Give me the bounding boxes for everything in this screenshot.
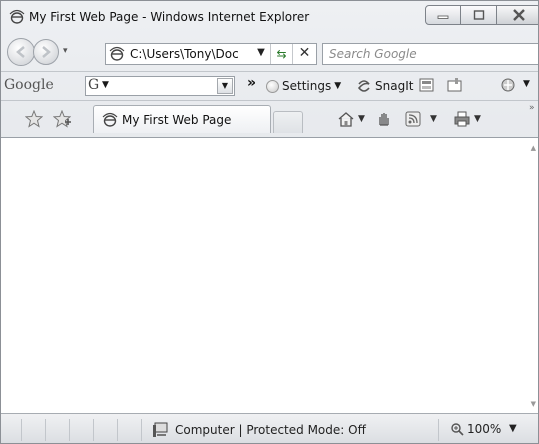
chevron-down-icon: ▼ — [334, 81, 342, 91]
maximize-button[interactable] — [461, 5, 497, 25]
google-search-field[interactable]: G ▼ ▼ — [85, 76, 235, 96]
refresh-icon[interactable]: ⇆ — [270, 44, 292, 64]
vertical-scrollbar[interactable]: ▲ ▼ — [523, 138, 538, 414]
google-toolbar: Google G ▼ ▼ » Settings ▼ SnagIt ▼ — [1, 71, 538, 99]
page-content-area[interactable]: ▲ ▼ — [1, 137, 538, 414]
chevron-down-icon: ▼ — [430, 114, 437, 124]
translate-icon[interactable] — [498, 77, 518, 93]
print-icon — [454, 111, 470, 127]
zoom-label: 100% — [467, 422, 502, 436]
feeds-button[interactable]: ▼ — [405, 108, 437, 130]
title-bar: My First Web Page - Windows Internet Exp… — [1, 1, 538, 35]
scroll-down-icon[interactable]: ▼ — [531, 400, 536, 408]
chevron-down-icon[interactable]: ▼ — [102, 80, 109, 90]
new-tab-button[interactable] — [273, 111, 303, 133]
computer-icon — [153, 422, 168, 437]
forward-button[interactable] — [33, 39, 59, 65]
snagit-label: SnagIt — [375, 79, 414, 93]
close-button[interactable] — [497, 5, 538, 25]
address-dropdown-icon[interactable]: ▼ — [254, 47, 268, 58]
google-logo[interactable]: Google — [4, 77, 54, 93]
chevron-down-icon: ▼ — [358, 114, 365, 124]
status-divider — [69, 419, 70, 441]
home-icon — [338, 112, 354, 127]
tab-bar: My First Web Page ▼ ▼ ▼ » — [1, 100, 538, 136]
add-favorites-icon[interactable] — [53, 110, 71, 128]
window-title: My First Web Page - Windows Internet Exp… — [29, 10, 310, 24]
page-icon — [102, 112, 118, 127]
scroll-up-icon[interactable]: ▲ — [531, 144, 536, 152]
status-divider — [93, 419, 94, 441]
google-dropdown-button[interactable]: ▼ — [217, 78, 233, 94]
home-button[interactable]: ▼ — [337, 108, 365, 130]
zoom-level[interactable]: 100% — [450, 422, 501, 436]
status-divider — [141, 419, 142, 441]
back-arrow-icon — [16, 46, 25, 58]
chevron-down-icon[interactable]: ▼ — [509, 423, 517, 434]
navigation-bar: ▾ C:\Users\Tony\Doc ▼ ⇆ ✕ Search Google — [1, 35, 538, 71]
hand-tool-button[interactable] — [375, 108, 393, 130]
back-button[interactable] — [7, 38, 35, 66]
chevron-down-icon[interactable]: ▼ — [523, 79, 530, 89]
ie-icon — [9, 9, 25, 24]
zone-label: Computer | Protected Mode: Off — [175, 423, 366, 437]
chevron-down-icon: ▼ — [474, 114, 481, 124]
hand-icon — [379, 113, 389, 126]
snagit-icon — [357, 80, 370, 92]
address-bar[interactable]: C:\Users\Tony\Doc ▼ ⇆ ✕ — [105, 43, 317, 65]
tab-my-first-web-page[interactable]: My First Web Page — [93, 105, 271, 133]
minimize-icon — [437, 15, 449, 19]
page-icon — [109, 46, 125, 61]
status-divider — [45, 419, 46, 441]
command-bar-overflow-icon[interactable]: » — [529, 103, 535, 113]
close-icon — [512, 9, 525, 21]
maximize-icon — [473, 10, 484, 20]
snagit-button[interactable]: SnagIt — [357, 76, 413, 96]
minimize-button[interactable] — [425, 5, 461, 25]
window-controls — [425, 5, 538, 25]
settings-button[interactable]: Settings ▼ — [266, 76, 341, 96]
google-search-prefix[interactable]: G — [88, 77, 99, 93]
status-divider — [21, 419, 22, 441]
ie-window: My First Web Page - Windows Internet Exp… — [0, 0, 539, 444]
snagit-capture-icon[interactable] — [446, 77, 464, 93]
status-bar: Computer | Protected Mode: Off 100% ▼ — [1, 413, 538, 443]
security-zone[interactable]: Computer | Protected Mode: Off — [151, 422, 366, 438]
tab-label: My First Web Page — [122, 113, 232, 127]
recent-pages-dropdown-icon[interactable]: ▾ — [63, 46, 68, 56]
rss-feed-icon — [405, 111, 421, 127]
search-input[interactable]: Search Google — [322, 43, 538, 65]
stop-icon[interactable]: ✕ — [292, 44, 316, 64]
status-divider — [117, 419, 118, 441]
settings-icon — [266, 79, 279, 93]
address-url[interactable]: C:\Users\Tony\Doc — [130, 47, 239, 61]
search-placeholder: Search Google — [329, 47, 417, 61]
print-button[interactable]: ▼ — [453, 108, 481, 130]
settings-label: Settings — [282, 79, 332, 93]
toolbar-overflow-button[interactable]: » — [247, 75, 256, 91]
snagit-window-icon[interactable] — [418, 77, 436, 93]
favorites-star-icon[interactable] — [25, 110, 43, 128]
zoom-icon — [451, 423, 464, 436]
status-divider — [438, 419, 439, 441]
forward-arrow-icon — [42, 46, 51, 58]
